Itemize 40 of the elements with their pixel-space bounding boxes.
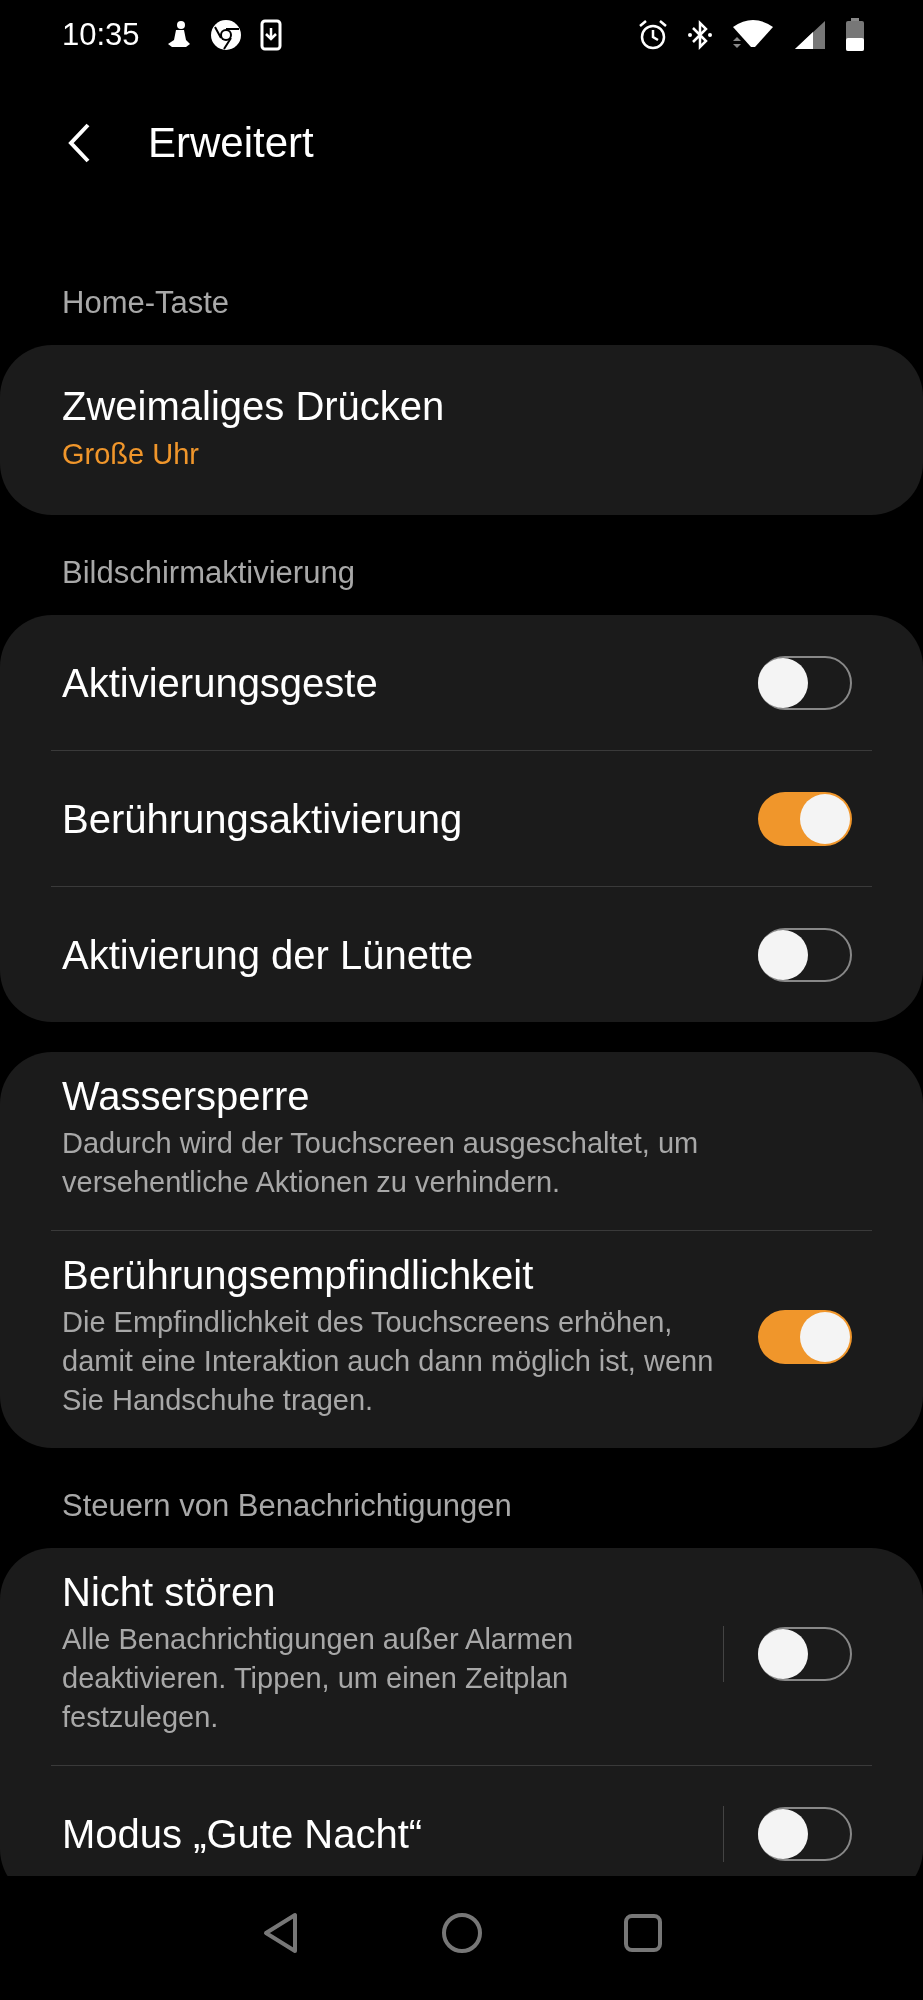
setting-title: Aktivierungsgeste: [62, 660, 379, 705]
setting-row[interactable]: Modus „Gute Nacht“: [51, 1766, 872, 1876]
signal-icon: [793, 19, 827, 51]
section-label: Steuern von Benachrichtigungen: [61, 1487, 513, 1525]
setting-title: Aktivierung der Lünette: [62, 932, 475, 977]
setting-row[interactable]: Zweimaliges Drücken Große Uhr: [51, 345, 872, 515]
setting-row[interactable]: Nicht stören Alle Benachrichtigungen außer Alarmen deaktivieren. Tippen, um einen Zeitplan festzulegen.: [51, 1548, 872, 1765]
download-icon: [259, 19, 282, 51]
setting-title: Berührungsempfindlichkeit: [62, 1253, 535, 1297]
status-time: 10:35: [62, 17, 140, 53]
setting-row[interactable]: Wassersperre Dadurch wird der Touchscreen ausgeschaltet, um versehentliche Aktionen zu verhindern.: [51, 1052, 872, 1230]
setting-description: Dadurch wird der Touchscreen ausgeschaltet, um versehentliche Aktionen zu verhindern.: [62, 1126, 700, 1200]
setting-title: Modus „Gute Nacht“: [62, 1811, 424, 1856]
setting-description: Alle Benachrichtigungen außer Alarmen deaktivieren. Tippen, um einen Zeitplan festzulegen.: [62, 1622, 575, 1735]
setting-description: Die Empfindlichkeit des Touchscreens erhöhen, damit eine Interaktion auch dann möglich ist, wenn Sie Handschuhe tragen.: [62, 1305, 715, 1418]
wifi-icon: [731, 19, 775, 51]
setting-title: Zweimaliges Drücken: [62, 383, 446, 428]
toggle-switch[interactable]: [758, 791, 852, 846]
section-label: Bildschirmaktivierung: [61, 554, 356, 592]
screen-title: Erweitert: [148, 118, 314, 167]
toggle-switch[interactable]: [758, 1309, 852, 1364]
toggle-switch[interactable]: [758, 1806, 852, 1861]
setting-title: Wassersperre: [62, 1074, 311, 1118]
toggle-switch[interactable]: [758, 655, 852, 710]
home-icon[interactable]: [440, 1912, 483, 1954]
setting-title: Nicht stören: [62, 1570, 277, 1614]
battery-icon: [845, 18, 865, 52]
setting-row[interactable]: Aktivierung der Lünette: [51, 887, 872, 1022]
recents-icon[interactable]: [622, 1913, 663, 1953]
setting-value: Große Uhr: [62, 437, 200, 471]
toggle-switch[interactable]: [758, 927, 852, 982]
toggle-switch[interactable]: [758, 1626, 852, 1681]
setting-row[interactable]: Berührungsempfindlichkeit Die Empfindlichkeit des Touchscreens erhöhen, damit eine Interaktion auch dann möglich ist, wenn Sie Handschuhe tragen.: [51, 1231, 872, 1448]
back-icon[interactable]: [66, 121, 92, 164]
setting-row[interactable]: Berührungsaktivierung: [51, 751, 872, 886]
alarm-icon: [637, 19, 669, 51]
setting-row[interactable]: Aktivierungsgeste: [51, 615, 872, 750]
setting-title: Berührungsaktivierung: [62, 796, 464, 841]
bluetooth-icon: [687, 19, 713, 51]
section-label: Home-Taste: [61, 284, 231, 322]
